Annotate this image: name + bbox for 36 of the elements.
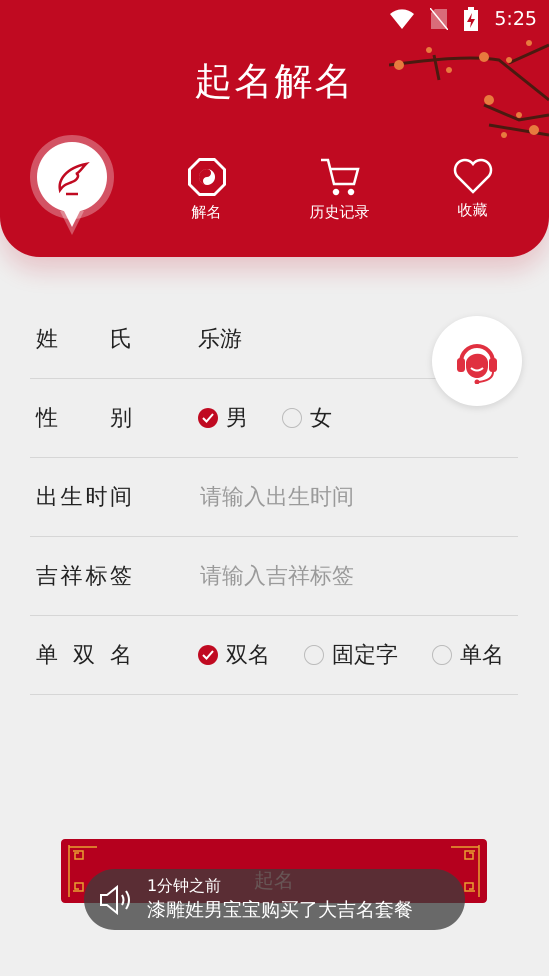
radio-circle[interactable] [304,645,324,665]
heart-icon [452,157,494,195]
check-icon [202,650,214,660]
radio-circle[interactable] [282,408,302,428]
battery-charging-icon [464,7,478,31]
option-label[interactable]: 固定字 [332,640,398,670]
field-label: 姓 氏 [36,326,132,354]
yin-yang-icon [186,157,226,197]
radio-circle[interactable] [432,645,452,665]
nav-tab[interactable]: 历史记录 [273,157,406,239]
fret-corner-icon [67,845,97,897]
field-label: 性 别 [36,405,132,433]
toast-time: 1分钟之前 [147,876,222,897]
field-label: 单 双 名 [36,642,132,670]
check-icon [202,413,214,423]
option-label[interactable]: 单名 [460,640,504,670]
toast-message: 漆雕姓男宝宝购买了大吉名套餐 [147,898,413,923]
app-title: 起名解名 [194,58,356,105]
option-label[interactable]: 女 [310,403,332,433]
nav-tab[interactable]: 解名 [140,157,273,239]
field-value: 乐游 [198,326,242,354]
radio-circle[interactable] [198,408,218,428]
no-sim-icon [430,8,448,30]
input-field[interactable]: 请输入出生时间 [198,484,498,510]
option-label[interactable]: 双名 [226,640,270,670]
nav-tab[interactable]: 收藏 [406,157,539,239]
option-label[interactable]: 男 [226,403,248,433]
field-label: 吉祥标签 [36,563,132,591]
input-field[interactable]: 请输入吉祥标签 [198,562,498,590]
wifi-icon [390,9,414,29]
fret-corner-icon [451,845,481,897]
field-label: 出生时间 [36,484,132,512]
speaker-icon [99,884,133,914]
radio-circle[interactable] [198,645,218,665]
status-time: 5:25 [494,8,537,30]
cart-icon [318,157,360,197]
